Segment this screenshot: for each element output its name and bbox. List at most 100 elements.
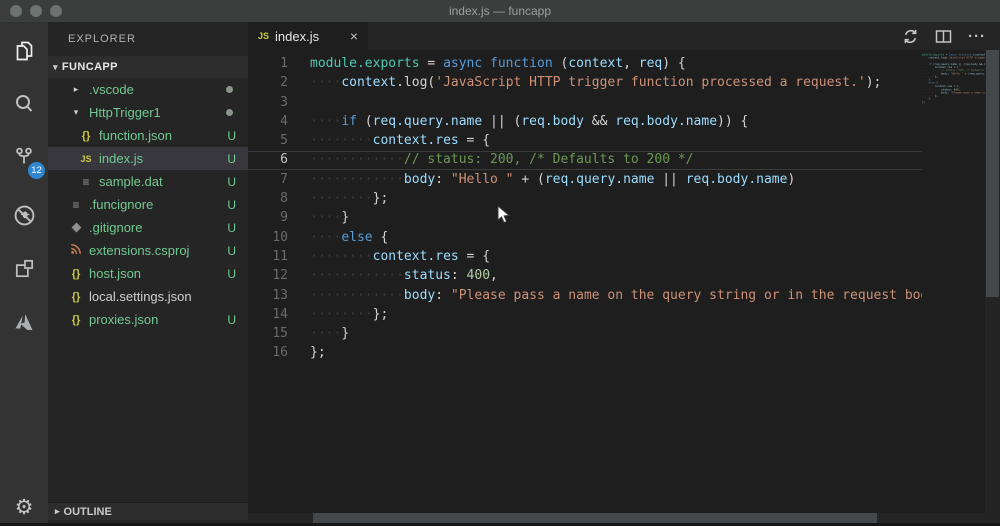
git-untracked-badge: U (227, 220, 236, 235)
folder-section-header[interactable]: ▾ FUNCAPP (48, 56, 248, 78)
minimize-window-button[interactable] (30, 5, 42, 17)
tree-item-local-settings-json[interactable]: {} local.settings.json (48, 285, 248, 308)
tree-item-host-json[interactable]: {} host.json U (48, 262, 248, 285)
file-name: extensions.csproj (89, 243, 190, 258)
code-line-8[interactable]: ········}; (310, 189, 922, 208)
split-editor-icon[interactable] (935, 29, 952, 44)
tree-item-function-json[interactable]: {} function.json U (48, 124, 248, 147)
line-number: 13 (272, 287, 288, 303)
tree-item--vscode[interactable]: ▸ .vscode (48, 78, 248, 101)
editor-group: JS index.js × ··· 1 2 3 4 5 6 7 8 9 10 1… (248, 22, 1000, 526)
text-file-icon: ≡ (82, 174, 90, 189)
code-line-1[interactable]: module.exports = async function (context… (310, 54, 922, 73)
tab-close-button[interactable]: × (350, 29, 358, 43)
tree-item-index-js[interactable]: JS index.js U (48, 147, 248, 170)
horizontal-scrollbar-thumb[interactable] (313, 513, 877, 523)
code-line-10[interactable]: ····else { (310, 228, 922, 247)
line-number: 3 (280, 94, 288, 110)
git-untracked-badge: U (227, 266, 236, 281)
json-file-icon: {} (71, 267, 81, 280)
git-untracked-badge: U (227, 128, 236, 143)
outline-section-header[interactable]: ▸ OUTLINE (48, 502, 248, 520)
sync-icon[interactable] (902, 28, 919, 45)
line-number: 11 (272, 248, 288, 264)
line-number: 16 (272, 345, 288, 361)
azure-icon (11, 309, 37, 335)
settings-gear-button[interactable]: ⚙ (0, 495, 48, 520)
horizontal-scrollbar (248, 513, 985, 523)
chevron-right-icon: ▸ (73, 84, 79, 94)
code-line-6[interactable]: ············// status: 200, /* Defaults … (310, 150, 922, 169)
code-content[interactable]: module.exports = async function (context… (310, 54, 922, 363)
git-modified-dot-badge (226, 109, 233, 116)
code-line-12[interactable]: ············status: 400, (310, 266, 922, 285)
sidebar-title: EXPLORER (68, 33, 136, 45)
code-line-7[interactable]: ············body: "Hello " + (req.query.… (310, 170, 922, 189)
code-editor[interactable]: 1 2 3 4 5 6 7 8 9 10 11 12 13 14 15 16 module.exports =… (248, 50, 1000, 526)
code-line-16: }; (922, 100, 926, 104)
line-number: 9 (280, 210, 288, 226)
activity-extensions-button[interactable] (0, 242, 48, 295)
code-line-9[interactable]: ····} (310, 208, 922, 227)
zoom-window-button[interactable] (50, 5, 62, 17)
root-folder-name: FUNCAPP (61, 61, 118, 73)
git-untracked-badge: U (227, 151, 236, 166)
file-tree: ▸ .vscode ▾ HttpTrigger1 {} function.json U JS i… (48, 78, 248, 331)
minimap[interactable]: module.exports = async function (context… (922, 53, 985, 183)
code-line-11[interactable]: ········context.res = { (310, 247, 922, 266)
code-line-2: ····context.log('JavaScript HTTP trigger… (922, 56, 985, 60)
vertical-scrollbar (985, 50, 1000, 526)
activity-debug-button[interactable] (0, 189, 48, 242)
tree-item--funcignore[interactable]: ≡ .funcignore U (48, 193, 248, 216)
file-name: local.settings.json (89, 289, 192, 304)
titlebar: index.js — funcapp (0, 0, 1000, 22)
code-line-2[interactable]: ····context.log('JavaScript HTTP trigger… (310, 73, 922, 92)
json-file-icon: {} (81, 129, 91, 142)
file-name: host.json (89, 266, 142, 281)
explorer-sidebar: EXPLORER ▾ FUNCAPP ▸ .vscode ▾ HttpTrigger1… (48, 22, 248, 526)
tree-item-sample-dat[interactable]: ≡ sample.dat U (48, 170, 248, 193)
csproj-file-icon (68, 243, 84, 258)
line-number: 8 (280, 191, 288, 207)
file-name: .gitignore (89, 220, 143, 235)
line-number: 2 (280, 75, 288, 91)
window-title: index.js — funcapp (448, 4, 552, 18)
line-number: 1 (280, 56, 288, 71)
close-window-button[interactable] (10, 5, 22, 17)
file-name: .vscode (89, 82, 134, 97)
activity-search-button[interactable] (0, 77, 48, 130)
json-file-icon: {} (71, 313, 81, 326)
tab-label: index.js (275, 28, 320, 44)
files-icon (11, 38, 37, 64)
activity-source-control-button[interactable]: 12 (0, 130, 48, 183)
code-line-13[interactable]: ············body: "Please pass a name on… (310, 286, 922, 305)
chevron-down-icon: ▾ (73, 107, 79, 117)
line-number: 6 (280, 152, 288, 168)
js-file-icon: JS (80, 153, 92, 164)
source-control-badge: 12 (28, 162, 45, 179)
file-name: .funcignore (89, 197, 154, 212)
file-name: function.json (99, 128, 172, 143)
more-actions-icon[interactable]: ··· (968, 28, 986, 45)
extensions-icon (12, 256, 37, 281)
tree-item--gitignore[interactable]: .gitignore U (48, 216, 248, 239)
code-line-15[interactable]: ····} (310, 324, 922, 343)
code-line-5[interactable]: ········context.res = { (310, 131, 922, 150)
vertical-scrollbar-thumb[interactable] (986, 50, 999, 297)
tab-index-js[interactable]: JS index.js × (248, 22, 368, 50)
js-file-icon: JS (258, 31, 270, 41)
code-line-16[interactable]: }; (310, 343, 922, 362)
debug-no-bug-icon (11, 202, 38, 229)
code-line-4[interactable]: ····if (req.query.name || (req.body && r… (310, 112, 922, 131)
tree-item-extensions-csproj[interactable]: extensions.csproj U (48, 239, 248, 262)
tree-item-HttpTrigger1[interactable]: ▾ HttpTrigger1 (48, 101, 248, 124)
activity-azure-button[interactable] (0, 295, 48, 348)
tree-item-proxies-json[interactable]: {} proxies.json U (48, 308, 248, 331)
code-line-14[interactable]: ········}; (310, 305, 922, 324)
code-line-3[interactable] (310, 93, 922, 112)
line-numbers-gutter: 1 2 3 4 5 6 7 8 9 10 11 12 13 14 15 16 (248, 54, 288, 363)
file-name: index.js (99, 151, 144, 166)
activity-explorer-button[interactable] (0, 24, 48, 77)
line-number: 4 (280, 113, 288, 129)
line-number: 15 (272, 326, 288, 342)
